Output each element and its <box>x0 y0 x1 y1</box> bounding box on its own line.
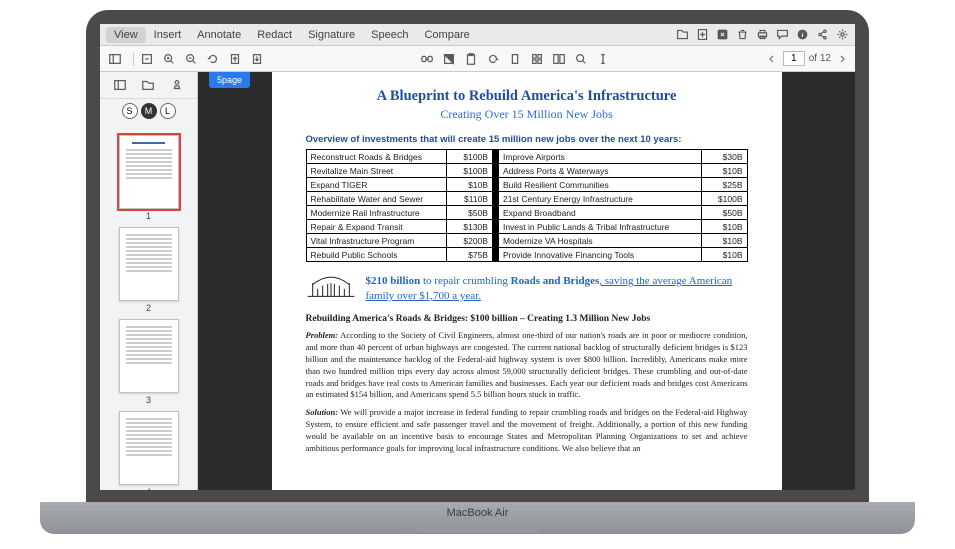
problem-para: Problem: According to the Society of Civ… <box>306 330 748 401</box>
page-down-icon[interactable] <box>248 50 266 68</box>
link-icon[interactable] <box>418 50 436 68</box>
thumbnail-3[interactable] <box>119 319 179 393</box>
laptop-hinge: MacBook Air <box>40 502 915 534</box>
thumb-label-1: 1 <box>100 211 197 221</box>
info-icon[interactable] <box>795 28 809 42</box>
thumb-label-3: 3 <box>100 395 197 405</box>
rotate-icon[interactable] <box>204 50 222 68</box>
laptop-model: MacBook Air <box>447 507 509 519</box>
settings-icon[interactable] <box>835 28 849 42</box>
document-page: A Blueprint to Rebuild America's Infrast… <box>272 72 782 490</box>
table-row: Repair & Expand Transit$130BInvest in Pu… <box>306 220 747 234</box>
next-page-icon[interactable] <box>835 52 849 66</box>
page-up-icon[interactable] <box>226 50 244 68</box>
clipboard-icon[interactable] <box>462 50 480 68</box>
sidebar-toggle-icon[interactable] <box>106 50 124 68</box>
page-total: of 12 <box>809 53 831 64</box>
thumbnail-2[interactable] <box>119 227 179 301</box>
thumb-label-4: 4 <box>100 487 197 490</box>
table-row: Expand TIGER$10BBuild Resilient Communit… <box>306 178 747 192</box>
thumbnail-1[interactable] <box>119 135 179 209</box>
menu-compare[interactable]: Compare <box>416 27 477 43</box>
single-page-icon[interactable] <box>506 50 524 68</box>
menu-signature[interactable]: Signature <box>300 27 363 43</box>
page-tag[interactable]: 5page <box>209 72 250 88</box>
menu-speech[interactable]: Speech <box>363 27 416 43</box>
stamp-icon[interactable] <box>169 76 185 94</box>
close-icon[interactable] <box>715 28 729 42</box>
investment-table: Reconstruct Roads & Bridges$100BImprove … <box>306 149 748 262</box>
menu-redact[interactable]: Redact <box>249 27 300 43</box>
doc-subtitle: Creating Over 15 Million New Jobs <box>306 107 748 122</box>
undo-icon[interactable] <box>484 50 502 68</box>
menu-annotate[interactable]: Annotate <box>189 27 249 43</box>
two-page-icon[interactable] <box>550 50 568 68</box>
share-icon[interactable] <box>815 28 829 42</box>
thumbnail-sidebar: S M L 1 2 3 4 <box>100 72 198 490</box>
overview-heading: Overview of investments that will create… <box>306 134 748 145</box>
comment-icon[interactable] <box>775 28 789 42</box>
grid-view-icon[interactable] <box>528 50 546 68</box>
menu-view[interactable]: View <box>106 27 146 43</box>
table-row: Rebuild Public Schools$75BProvide Innova… <box>306 248 747 262</box>
thumbnail-4[interactable] <box>119 411 179 485</box>
text-cursor-icon[interactable] <box>594 50 612 68</box>
solution-para: Solution: We will provide a major increa… <box>306 407 748 455</box>
open-file-icon[interactable] <box>675 28 689 42</box>
section-heading: Rebuilding America's Roads & Bridges: $1… <box>306 314 748 324</box>
doc-title: A Blueprint to Rebuild America's Infrast… <box>306 88 748 105</box>
page-number-input[interactable] <box>783 51 805 66</box>
feature-text: $210 billion to repair crumbling Roads a… <box>366 274 748 304</box>
print-icon[interactable] <box>755 28 769 42</box>
thumbnail-size: S M L <box>100 99 197 125</box>
panel-icon[interactable] <box>112 76 128 94</box>
search-icon[interactable] <box>572 50 590 68</box>
table-row: Reconstruct Roads & Bridges$100BImprove … <box>306 150 747 164</box>
contrast-icon[interactable] <box>440 50 458 68</box>
zoom-in-icon[interactable] <box>160 50 178 68</box>
table-row: Vital Infrastructure Program$200BModerni… <box>306 234 747 248</box>
document-viewport[interactable]: 5page A Blueprint to Rebuild America's I… <box>198 72 855 490</box>
feature-row: $210 billion to repair crumbling Roads a… <box>306 274 748 304</box>
zoom-fit-icon[interactable] <box>138 50 156 68</box>
bridge-icon <box>306 274 356 304</box>
thumb-label-2: 2 <box>100 303 197 313</box>
menubar: View Insert Annotate Redact Signature Sp… <box>100 24 855 46</box>
table-row: Modernize Rail Infrastructure$50BExpand … <box>306 206 747 220</box>
prev-page-icon[interactable] <box>765 52 779 66</box>
folder-icon[interactable] <box>140 76 156 94</box>
size-s[interactable]: S <box>122 103 138 119</box>
new-doc-icon[interactable] <box>695 28 709 42</box>
table-row: Rehabilitate Water and Sewer$110B21st Ce… <box>306 192 747 206</box>
size-l[interactable]: L <box>160 103 176 119</box>
table-row: Revitalize Main Street$100BAddress Ports… <box>306 164 747 178</box>
toolbar: of 12 <box>100 46 855 72</box>
zoom-out-icon[interactable] <box>182 50 200 68</box>
size-m[interactable]: M <box>141 103 157 119</box>
menu-insert[interactable]: Insert <box>146 27 190 43</box>
trash-icon[interactable] <box>735 28 749 42</box>
